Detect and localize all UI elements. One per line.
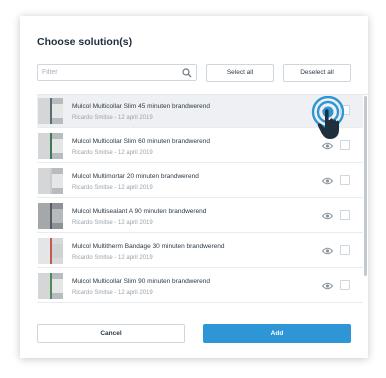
solution-meta: Ricardo Smitse - 12 april 2019 (72, 220, 153, 226)
solution-title: Mulcol Multicollar Slim 60 minuten brand… (72, 138, 211, 145)
eye-icon[interactable] (322, 282, 333, 290)
cancel-button[interactable]: Cancel (37, 324, 185, 343)
select-all-button[interactable]: Select all (206, 64, 274, 82)
eye-icon[interactable] (322, 247, 333, 255)
solution-row[interactable]: Mulcol Multisealant A 90 minuten brandwe… (37, 200, 363, 233)
solution-row[interactable]: Mulcol Multimortar 20 minuten brandweren… (37, 165, 363, 198)
select-checkbox[interactable] (340, 175, 350, 185)
solution-row[interactable]: Mulcol Multitherm Bandage 30 minuten bra… (37, 235, 363, 268)
solution-title: Mulcol Multisealant A 90 minuten brandwe… (72, 208, 207, 215)
solution-title: Mulcol Multicollar Slim 45 minuten brand… (72, 103, 211, 110)
solution-meta: Ricardo Smitse - 12 april 2019 (72, 185, 153, 191)
search-icon[interactable] (182, 68, 192, 78)
deselect-all-button[interactable]: Deselect all (283, 64, 351, 82)
list-scrollbar[interactable] (364, 96, 367, 276)
choose-solution-dialog: Choose solution(s) Select all Deselect a… (20, 16, 368, 358)
select-checkbox[interactable] (340, 245, 350, 255)
solution-thumbnail (38, 273, 63, 299)
select-checkbox[interactable] (340, 280, 350, 290)
solution-row[interactable]: Mulcol Multicollar Slim 90 minuten brand… (37, 270, 363, 303)
solution-thumbnail (38, 238, 63, 264)
solution-thumbnail (38, 133, 63, 159)
eye-icon[interactable] (322, 177, 333, 185)
filter-input[interactable] (42, 66, 182, 79)
solution-thumbnail (38, 168, 63, 194)
solution-title: Mulcol Multicollar Slim 90 minuten brand… (72, 278, 211, 285)
solution-meta: Ricardo Smitse - 12 april 2019 (72, 150, 153, 156)
filter-field[interactable] (37, 64, 197, 81)
solution-meta: Ricardo Smitse - 12 april 2019 (72, 115, 153, 121)
select-checkbox[interactable] (340, 210, 350, 220)
eye-icon[interactable] (322, 212, 333, 220)
solution-thumbnail (38, 203, 63, 229)
solution-thumbnail (38, 98, 63, 124)
solution-meta: Ricardo Smitse - 12 april 2019 (72, 290, 153, 296)
solution-meta: Ricardo Smitse - 12 april 2019 (72, 255, 153, 261)
tap-gesture-icon (311, 96, 345, 139)
dialog-title: Choose solution(s) (37, 36, 133, 48)
add-button[interactable]: Add (203, 324, 351, 343)
eye-icon[interactable] (322, 142, 333, 150)
solution-title: Mulcol Multimortar 20 minuten brandweren… (72, 173, 199, 180)
solution-title: Mulcol Multitherm Bandage 30 minuten bra… (72, 243, 225, 250)
